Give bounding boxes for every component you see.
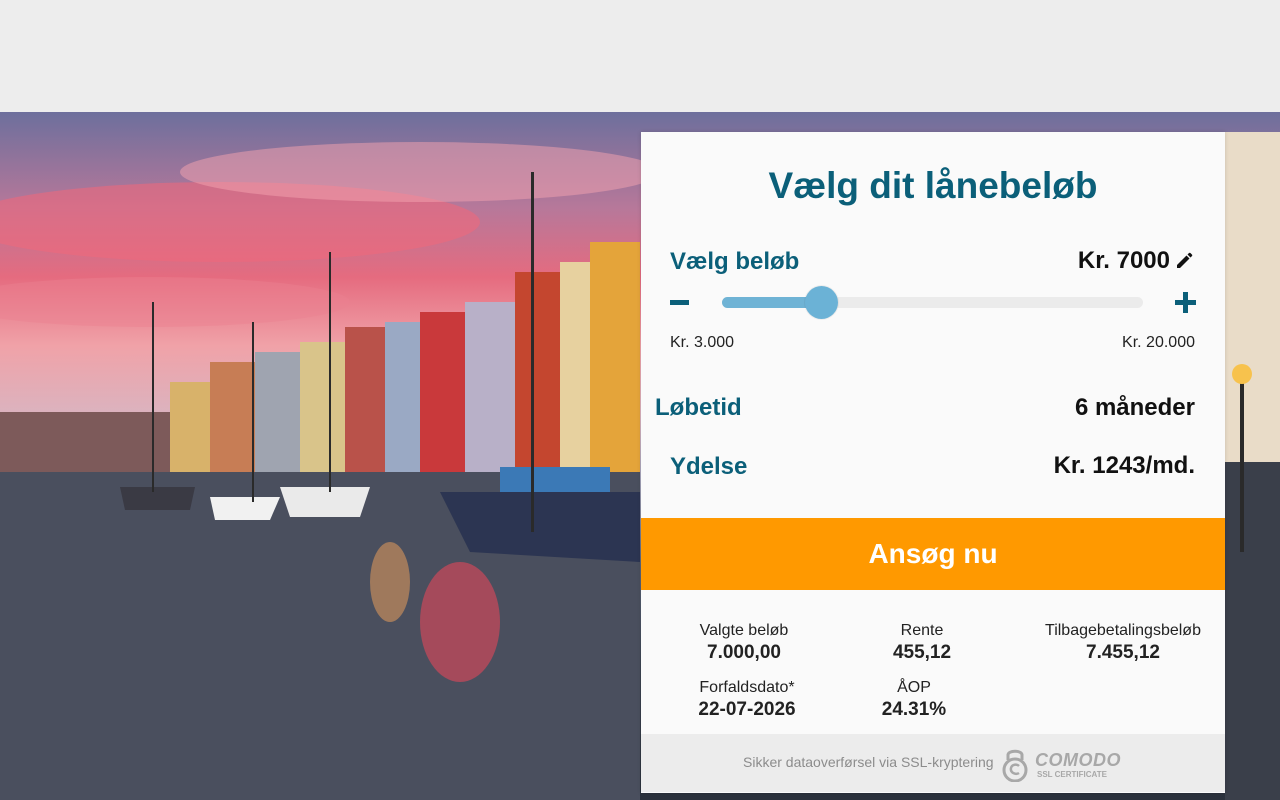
- amount-label: Vælg beløb: [670, 248, 800, 275]
- summary-value: 7.000,00: [707, 642, 781, 663]
- summary-value: 24.31%: [881, 699, 947, 720]
- secure-transfer-text: Sikker dataoverførsel via SSL-kryptering: [743, 754, 994, 770]
- minus-icon[interactable]: [670, 300, 689, 305]
- security-footer: Sikker dataoverførsel via SSL-kryptering…: [641, 734, 1225, 792]
- payment-label: Ydelse: [670, 453, 748, 480]
- summary-value: 22-07-2026: [698, 699, 796, 720]
- pencil-icon[interactable]: [1174, 250, 1194, 270]
- term-value: 6 måneder: [1074, 394, 1195, 421]
- summary-label: Valgte beløb: [699, 622, 789, 639]
- summary-label: Rente: [900, 622, 944, 639]
- summary-apr: ÅOP 24.31%: [864, 678, 964, 722]
- badge-subtitle: SSL CERTIFICATE: [1037, 770, 1107, 779]
- slider-handle[interactable]: [805, 286, 838, 319]
- top-header-bar: [0, 0, 1280, 112]
- summary-label: Tilbagebetalingsbeløb: [1045, 622, 1201, 639]
- summary-label: ÅOP: [897, 679, 931, 696]
- summary-label: Forfaldsdato*: [699, 679, 795, 696]
- summary-due-date: Forfaldsdato* 22-07-2026: [682, 678, 812, 722]
- amount-slider[interactable]: [722, 286, 1143, 319]
- calculator-title: Vælg dit lånebeløb: [768, 165, 1098, 206]
- slider-max-label: Kr. 20.000: [1122, 334, 1195, 351]
- amount-value[interactable]: Kr. 7000: [1020, 246, 1170, 276]
- slider-min-label: Kr. 3.000: [670, 334, 735, 351]
- summary-chosen-amount: Valgte beløb 7.000,00: [684, 621, 804, 665]
- lock-icon: [1002, 749, 1028, 782]
- plus-icon[interactable]: [1175, 292, 1196, 313]
- apply-now-button[interactable]: Ansøg nu: [641, 518, 1225, 590]
- term-label: Løbetid: [655, 394, 742, 421]
- comodo-ssl-badge: COMODO SSL CERTIFICATE: [1001, 744, 1125, 784]
- badge-name: COMODO: [1035, 750, 1121, 770]
- summary-interest: Rente 455,12: [872, 621, 972, 665]
- payment-value: Kr. 1243/md.: [1053, 452, 1195, 479]
- summary-repayment: Tilbagebetalingsbeløb 7.455,12: [1038, 621, 1208, 665]
- summary-value: 455,12: [892, 642, 952, 663]
- summary-value: 7.455,12: [1086, 642, 1160, 663]
